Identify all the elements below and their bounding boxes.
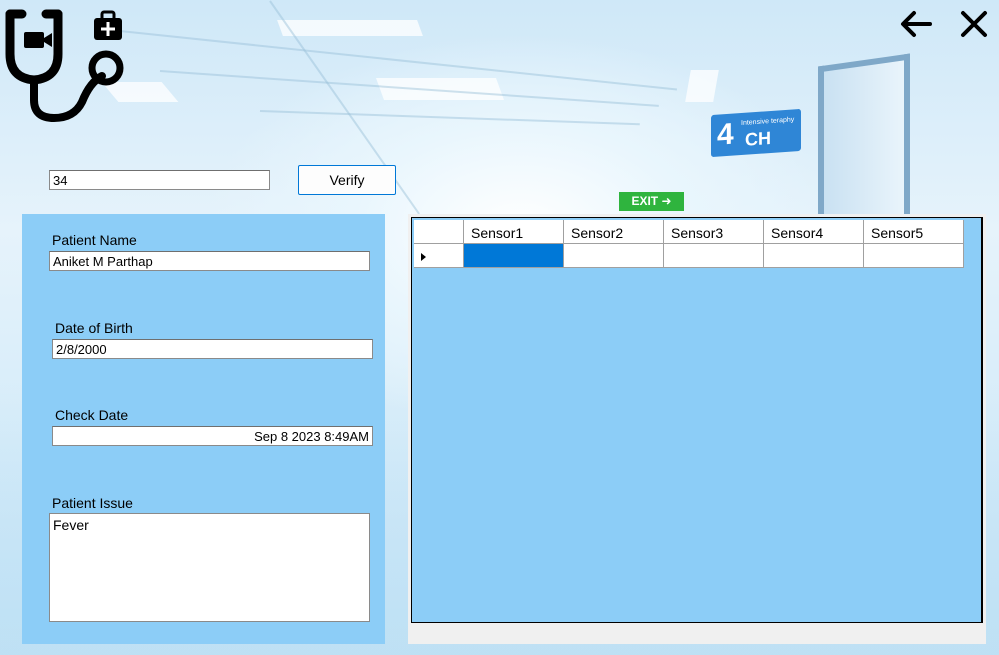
- column-header-sensor3[interactable]: Sensor3: [664, 220, 764, 244]
- arrow-left-icon[interactable]: [898, 6, 934, 42]
- patient-name-field[interactable]: Aniket M Parthap: [49, 251, 370, 271]
- grid-cell-sensor4[interactable]: [764, 244, 864, 268]
- grid-header-row: Sensor1 Sensor2 Sensor3 Sensor4 Sensor5: [414, 220, 964, 244]
- check-date-label: Check Date: [55, 407, 129, 423]
- patient-issue-textarea[interactable]: Fever: [49, 513, 370, 622]
- current-row-arrow-icon: [421, 253, 426, 261]
- table-row: [414, 244, 964, 268]
- stethoscope-medical-kit-icon: [5, 9, 124, 122]
- column-header-sensor4[interactable]: Sensor4: [764, 220, 864, 244]
- patient-name-label: Patient Name: [52, 232, 137, 248]
- grid-cell-sensor2[interactable]: [564, 244, 664, 268]
- grid-cell-sensor1[interactable]: [464, 244, 564, 268]
- sensor-data-grid[interactable]: Sensor1 Sensor2 Sensor3 Sensor4 Sensor5: [411, 217, 983, 623]
- exit-sign: EXIT ➜: [619, 192, 684, 211]
- patient-issue-label: Patient Issue: [52, 495, 133, 511]
- column-header-sensor5[interactable]: Sensor5: [864, 220, 964, 244]
- grid-cell-sensor5[interactable]: [864, 244, 964, 268]
- row-header-corner[interactable]: [414, 220, 464, 244]
- column-header-sensor2[interactable]: Sensor2: [564, 220, 664, 244]
- close-icon[interactable]: [956, 6, 992, 42]
- row-header[interactable]: [414, 244, 464, 268]
- dob-field[interactable]: 2/8/2000: [52, 339, 373, 359]
- grid-cell-sensor3[interactable]: [664, 244, 764, 268]
- patient-id-input[interactable]: 34: [49, 170, 270, 190]
- column-header-sensor1[interactable]: Sensor1: [464, 220, 564, 244]
- dob-label: Date of Birth: [55, 320, 133, 336]
- verify-button[interactable]: Verify: [298, 165, 396, 195]
- ward-sign: 4 Intensive teraphy CH: [711, 108, 801, 158]
- check-date-picker[interactable]: Sep 8 2023 8:49AM: [52, 426, 373, 446]
